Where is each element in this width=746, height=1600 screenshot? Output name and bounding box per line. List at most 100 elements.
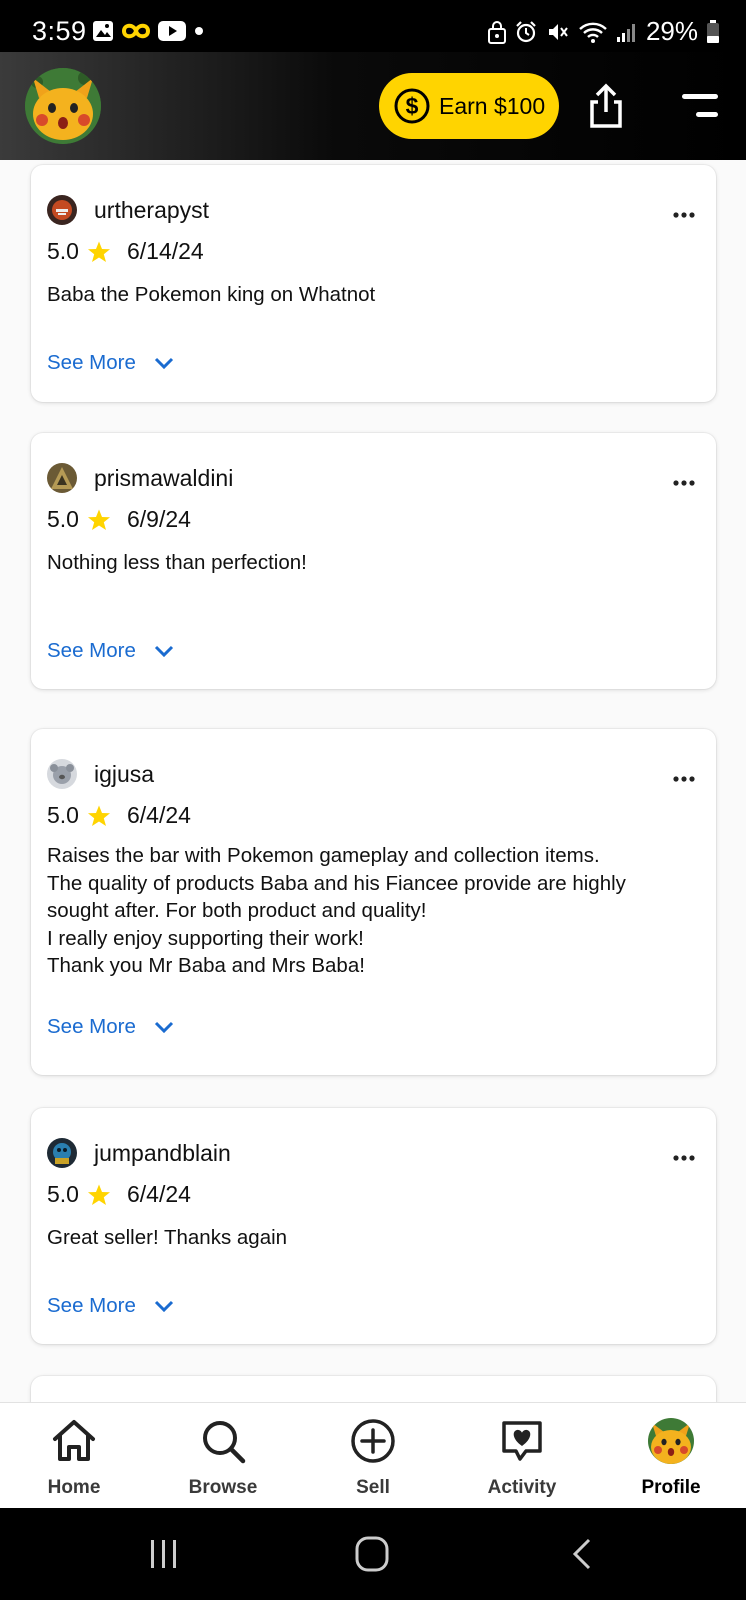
review-card: igjusa 5.0 6/4/24 Raises the bar with Po…: [31, 729, 716, 1075]
more-options-button[interactable]: [672, 1149, 696, 1161]
pikachu-avatar-icon: [25, 68, 101, 144]
status-bar: 3:59 29%: [0, 0, 746, 52]
rating-row: 5.0 6/14/24: [47, 238, 204, 265]
nav-home[interactable]: Home: [14, 1403, 134, 1509]
review-card: prismawaldini 5.0 6/9/24 Nothing less th…: [31, 433, 716, 689]
back-button[interactable]: [570, 1538, 594, 1570]
status-left-icons: [92, 20, 204, 42]
nav-browse[interactable]: Browse: [163, 1403, 283, 1509]
reviewer-avatar[interactable]: [47, 195, 77, 225]
reviewer-username[interactable]: jumpandblain: [94, 1140, 231, 1167]
chevron-down-icon: [154, 645, 173, 657]
menu-icon: [682, 94, 718, 117]
review-date: 6/9/24: [126, 506, 191, 532]
dragon-avatar-icon: [47, 463, 77, 493]
reviewer-username[interactable]: igjusa: [94, 761, 154, 788]
review-date: 6/4/24: [126, 802, 191, 828]
heart-chat-icon: [502, 1421, 542, 1461]
rating-value: 5.0: [47, 802, 79, 828]
koala-avatar-icon: [47, 759, 77, 789]
battery-percent: 29%: [645, 16, 698, 46]
home-icon: [53, 1420, 95, 1461]
rating-row: 5.0 6/9/24: [47, 506, 191, 533]
see-more-label: See More: [47, 1294, 136, 1317]
system-nav-bar: [0, 1508, 746, 1600]
search-icon: [203, 1421, 246, 1464]
star-icon: [87, 805, 110, 826]
football-helmet-avatar-icon: [47, 195, 77, 225]
battery-icon: [707, 19, 719, 43]
reviewer-avatar[interactable]: [47, 759, 77, 789]
wifi-icon: [579, 22, 607, 43]
reviewer-avatar[interactable]: [47, 1138, 77, 1168]
review-date: 6/4/24: [126, 1181, 191, 1207]
nav-activity[interactable]: Activity: [462, 1403, 582, 1509]
see-more-button[interactable]: See More: [47, 1015, 174, 1039]
rating-row: 5.0 6/4/24: [47, 1181, 191, 1208]
chevron-down-icon: [154, 1021, 173, 1033]
more-dots-icon: [673, 212, 695, 218]
nav-sell[interactable]: Sell: [313, 1403, 433, 1509]
more-dots-icon: [673, 776, 695, 782]
character-avatar-icon: [47, 1138, 77, 1168]
recent-apps-button[interactable]: [148, 1538, 180, 1570]
lock-icon: [487, 20, 506, 44]
avatar-icon: [648, 1418, 694, 1464]
nav-sell-label: Sell: [356, 1477, 390, 1498]
rating-value: 5.0: [47, 238, 79, 264]
alarm-icon: [516, 20, 536, 42]
review-card: [31, 1376, 716, 1402]
reviewer-avatar[interactable]: [47, 463, 77, 493]
see-more-label: See More: [47, 351, 136, 374]
gallery-icon: [93, 21, 113, 41]
nav-activity-label: Activity: [487, 1477, 557, 1498]
more-dots-icon: [673, 480, 695, 486]
review-card: jumpandblain 5.0 6/4/24 Great seller! Th…: [31, 1108, 716, 1344]
nav-home-label: Home: [47, 1477, 101, 1498]
app-header: $ Earn $100: [0, 52, 746, 160]
reviews-list[interactable]: urtherapyst 5.0 6/14/24 Baba the Pokemon…: [0, 160, 746, 1402]
status-time: 3:59: [32, 16, 87, 46]
bottom-nav: Home Browse Sell Activity Profile: [0, 1402, 746, 1508]
star-icon: [87, 509, 110, 530]
review-card: urtherapyst 5.0 6/14/24 Baba the Pokemon…: [31, 165, 716, 402]
infinity-icon: [122, 23, 150, 39]
plus-circle-icon: [351, 1419, 395, 1463]
menu-button[interactable]: [680, 92, 720, 120]
review-text: Nothing less than perfection!: [47, 551, 307, 574]
nav-browse-label: Browse: [188, 1477, 258, 1498]
see-more-button[interactable]: See More: [47, 351, 174, 375]
status-right: 29%: [487, 16, 720, 47]
see-more-button[interactable]: See More: [47, 639, 174, 663]
nav-profile[interactable]: Profile: [611, 1403, 731, 1509]
see-more-button[interactable]: See More: [47, 1294, 174, 1318]
review-date: 6/14/24: [126, 238, 204, 264]
see-more-label: See More: [47, 639, 136, 662]
share-button[interactable]: [586, 82, 626, 130]
reviewer-username[interactable]: urtherapyst: [94, 197, 209, 224]
mute-icon: [548, 23, 568, 40]
chevron-down-icon: [154, 1300, 173, 1312]
reviewer-username[interactable]: prismawaldini: [94, 465, 233, 492]
earn-button[interactable]: $ Earn $100: [379, 73, 559, 139]
more-dots-icon: [673, 1155, 695, 1161]
earn-label: Earn $100: [439, 92, 546, 119]
share-icon: [590, 83, 622, 128]
profile-avatar[interactable]: [25, 68, 101, 144]
rating-value: 5.0: [47, 1181, 79, 1207]
star-icon: [87, 1184, 110, 1205]
chevron-down-icon: [154, 357, 173, 369]
home-button[interactable]: [355, 1536, 389, 1572]
rating-row: 5.0 6/4/24: [47, 802, 191, 829]
rating-value: 5.0: [47, 506, 79, 532]
star-icon: [87, 241, 110, 262]
more-options-button[interactable]: [672, 770, 696, 782]
signal-icon: [616, 23, 635, 42]
dollar-coin-icon: $: [394, 88, 430, 124]
review-text: Great seller! Thanks again: [47, 1226, 288, 1249]
see-more-label: See More: [47, 1015, 136, 1038]
more-options-button[interactable]: [672, 206, 696, 218]
nav-profile-label: Profile: [641, 1477, 701, 1498]
youtube-icon: [158, 21, 186, 41]
more-options-button[interactable]: [672, 474, 696, 486]
